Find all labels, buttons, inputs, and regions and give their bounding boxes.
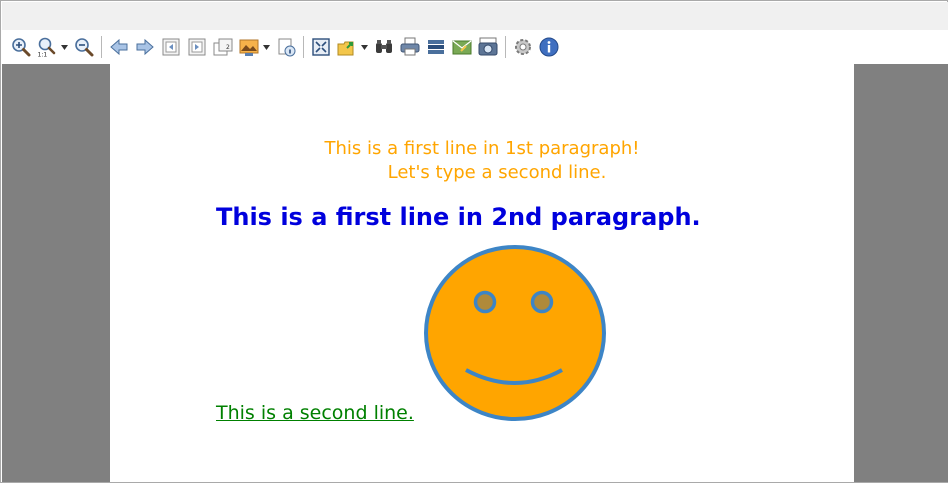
first-paragraph-line1: This is a first line in 1st paragraph!	[324, 138, 640, 159]
report-viewer-window: 1:1 2 This is a first line in 1st paragr…	[0, 0, 948, 483]
quick-print-icon[interactable]	[425, 36, 447, 58]
smiley-face-shape	[424, 245, 606, 421]
first-paragraph-line2: Let's type a second line.	[387, 162, 607, 183]
page-setup-icon[interactable]	[275, 36, 297, 58]
last-page-icon[interactable]	[186, 36, 208, 58]
export-dropdown-chevron-icon[interactable]	[360, 36, 369, 58]
second-paragraph: This is a first line in 2nd paragraph.	[216, 203, 701, 231]
back-arrow-icon[interactable]	[108, 36, 130, 58]
send-email-icon[interactable]	[451, 36, 473, 58]
toolbar-separator	[505, 36, 506, 58]
toolbar-separator	[101, 36, 102, 58]
fit-page-icon[interactable]	[310, 36, 332, 58]
background-dropdown-chevron-icon[interactable]	[262, 36, 271, 58]
background-image-icon[interactable]	[238, 36, 260, 58]
smiley-right-eye	[530, 290, 554, 314]
zoom-out-icon[interactable]	[73, 36, 95, 58]
zoom-in-icon[interactable]	[10, 36, 32, 58]
about-info-icon[interactable]	[538, 36, 560, 58]
find-binoculars-icon[interactable]	[373, 36, 395, 58]
print-icon[interactable]	[399, 36, 421, 58]
smiley-left-eye	[473, 290, 497, 314]
viewer-toolbar: 1:1 2	[2, 30, 948, 64]
preview-area[interactable]: This is a first line in 1st paragraph! L…	[2, 64, 948, 482]
zoom-actual-icon[interactable]: 1:1	[36, 36, 58, 58]
first-page-icon[interactable]	[160, 36, 182, 58]
export-icon[interactable]	[336, 36, 358, 58]
snapshot-icon[interactable]	[477, 36, 499, 58]
zoom-dropdown-chevron-icon[interactable]	[60, 36, 69, 58]
svg-text:1:1: 1:1	[38, 52, 48, 58]
toolbar-separator	[303, 36, 304, 58]
svg-text:2: 2	[226, 44, 230, 51]
third-paragraph: This is a second line.	[216, 402, 414, 424]
page-number-icon[interactable]: 2	[212, 36, 234, 58]
forward-arrow-icon[interactable]	[134, 36, 156, 58]
settings-gear-icon[interactable]	[512, 36, 534, 58]
first-paragraph: This is a first line in 1st paragraph! L…	[110, 137, 854, 185]
smiley-face	[424, 245, 606, 421]
title-strip	[2, 2, 948, 30]
report-page: This is a first line in 1st paragraph! L…	[110, 64, 854, 482]
